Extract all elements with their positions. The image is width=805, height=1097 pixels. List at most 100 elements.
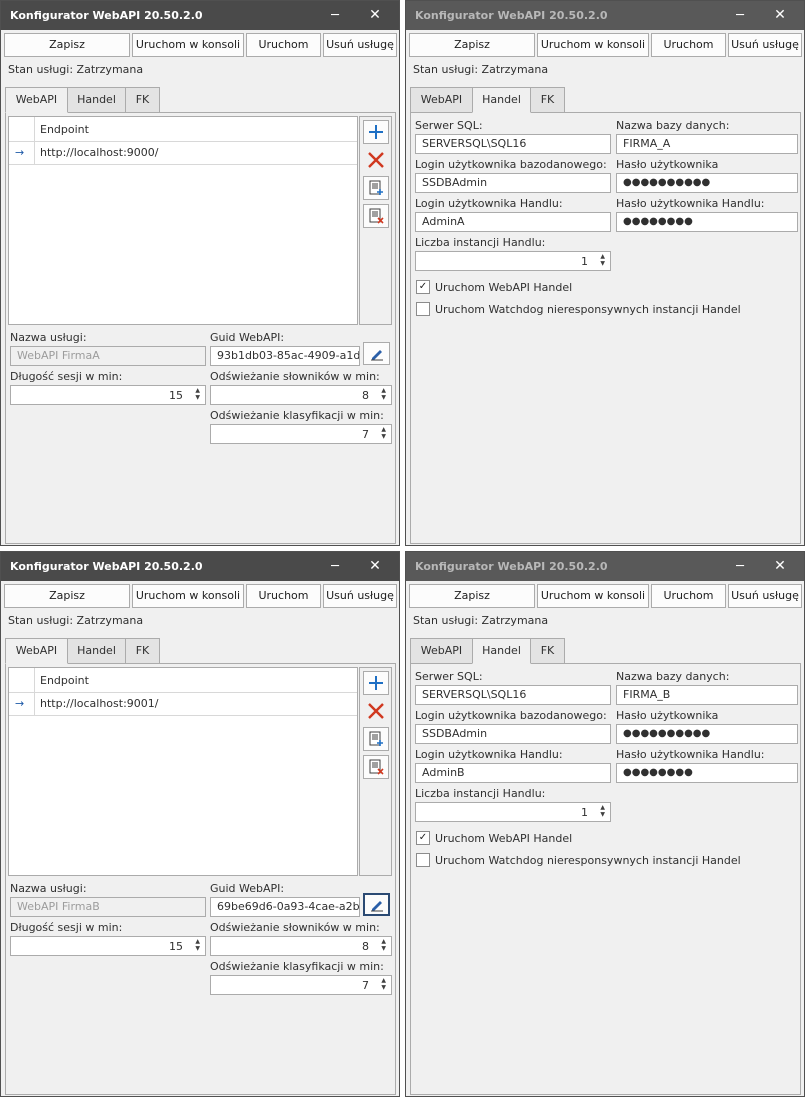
tab-webapi[interactable]: WebAPI xyxy=(410,87,473,113)
handel-password-field[interactable]: ●●●●●●●● xyxy=(616,212,798,232)
red-x-icon xyxy=(368,152,384,168)
add-document-button[interactable] xyxy=(363,727,389,751)
db-password-field[interactable]: ●●●●●●●●●● xyxy=(616,724,798,744)
service-name-field: WebAPI FirmaB xyxy=(10,897,206,917)
edit-guid-button[interactable] xyxy=(363,893,390,916)
minimize-button[interactable]: ─ xyxy=(720,552,760,581)
service-name-label: Nazwa usługi: xyxy=(10,331,87,344)
endpoint-grid[interactable]: Endpoint → http://localhost:9001/ xyxy=(8,667,358,876)
tab-webapi[interactable]: WebAPI xyxy=(5,638,68,664)
class-refresh-spinner[interactable]: 7 ▲ ▼ xyxy=(210,424,392,444)
db-name-field[interactable]: FIRMA_A xyxy=(616,134,798,154)
run-watchdog-checkbox[interactable] xyxy=(416,853,430,867)
handel-password-field[interactable]: ●●●●●●●● xyxy=(616,763,798,783)
add-endpoint-button[interactable] xyxy=(363,671,389,695)
db-login-field[interactable]: SSDBAdmin xyxy=(415,173,611,193)
spinner-arrows-icon[interactable]: ▲ ▼ xyxy=(381,977,386,991)
title-bar[interactable]: Konfigurator WebAPI 20.50.2.0 ─ ✕ xyxy=(406,552,804,581)
sql-server-field[interactable]: SERVERSQL\SQL16 xyxy=(415,134,611,154)
run-webapi-handel-checkbox[interactable]: ✓ xyxy=(416,831,430,845)
remove-service-button[interactable]: Usuń usługę xyxy=(323,584,397,608)
session-length-spinner[interactable]: 15 ▲ ▼ xyxy=(10,385,206,405)
delete-document-button[interactable] xyxy=(363,755,389,779)
run-watchdog-checkbox[interactable] xyxy=(416,302,430,316)
tab-fk[interactable]: FK xyxy=(530,87,565,113)
title-bar[interactable]: Konfigurator WebAPI 20.50.2.0 ─ ✕ xyxy=(1,552,399,581)
endpoint-grid[interactable]: Endpoint → http://localhost:9000/ xyxy=(8,116,358,325)
title-bar[interactable]: Konfigurator WebAPI 20.50.2.0 ─ ✕ xyxy=(406,1,804,30)
spinner-arrows-icon[interactable]: ▲ ▼ xyxy=(195,387,200,401)
run-webapi-handel-checkbox[interactable]: ✓ xyxy=(416,280,430,294)
close-button[interactable]: ✕ xyxy=(760,1,800,30)
minimize-button[interactable]: ─ xyxy=(315,552,355,581)
document-delete-icon xyxy=(369,208,384,224)
tab-handel[interactable]: Handel xyxy=(472,87,531,113)
configurator-window-handel-a: Konfigurator WebAPI 20.50.2.0 ─ ✕ Zapisz… xyxy=(405,0,805,546)
guid-label: Guid WebAPI: xyxy=(210,882,285,895)
handel-login-field[interactable]: AdminA xyxy=(415,212,611,232)
table-row[interactable]: → http://localhost:9000/ xyxy=(9,142,357,165)
guid-field[interactable]: 69be69d6-0a93-4cae-a2b0- xyxy=(210,897,360,917)
run-console-button[interactable]: Uruchom w konsoli xyxy=(132,33,244,57)
tab-fk[interactable]: FK xyxy=(530,638,565,664)
run-console-button[interactable]: Uruchom w konsoli xyxy=(537,33,649,57)
edit-guid-button[interactable] xyxy=(363,342,390,365)
dict-refresh-spinner[interactable]: 8 ▲ ▼ xyxy=(210,936,392,956)
add-document-button[interactable] xyxy=(363,176,389,200)
instances-spinner[interactable]: 1 ▲ ▼ xyxy=(415,802,611,822)
spinner-arrows-icon[interactable]: ▲ ▼ xyxy=(600,253,605,267)
tab-fk[interactable]: FK xyxy=(125,87,160,113)
spinner-arrows-icon[interactable]: ▲ ▼ xyxy=(381,387,386,401)
run-console-button[interactable]: Uruchom w konsoli xyxy=(132,584,244,608)
dict-refresh-spinner[interactable]: 8 ▲ ▼ xyxy=(210,385,392,405)
save-button[interactable]: Zapisz xyxy=(409,584,535,608)
grid-action-bar xyxy=(359,116,392,325)
minimize-button[interactable]: ─ xyxy=(315,1,355,30)
remove-service-button[interactable]: Usuń usługę xyxy=(728,33,802,57)
spinner-arrows-icon[interactable]: ▲ ▼ xyxy=(195,938,200,952)
instances-spinner[interactable]: 1 ▲ ▼ xyxy=(415,251,611,271)
tab-handel[interactable]: Handel xyxy=(472,638,531,664)
guid-field[interactable]: 93b1db03-85ac-4909-a1d8- xyxy=(210,346,360,366)
save-button[interactable]: Zapisz xyxy=(4,584,130,608)
delete-endpoint-button[interactable] xyxy=(363,699,389,723)
sql-server-field[interactable]: SERVERSQL\SQL16 xyxy=(415,685,611,705)
tab-webapi[interactable]: WebAPI xyxy=(5,87,68,113)
spinner-arrows-icon[interactable]: ▲ ▼ xyxy=(381,426,386,440)
close-button[interactable]: ✕ xyxy=(760,552,800,581)
run-button[interactable]: Uruchom xyxy=(246,584,321,608)
red-x-icon xyxy=(368,703,384,719)
class-refresh-spinner[interactable]: 7 ▲ ▼ xyxy=(210,975,392,995)
remove-service-button[interactable]: Usuń usługę xyxy=(323,33,397,57)
table-row[interactable]: → http://localhost:9001/ xyxy=(9,693,357,716)
tab-handel[interactable]: Handel xyxy=(67,87,126,113)
run-button[interactable]: Uruchom xyxy=(246,33,321,57)
add-endpoint-button[interactable] xyxy=(363,120,389,144)
spinner-arrows-icon[interactable]: ▲ ▼ xyxy=(600,804,605,818)
title-bar[interactable]: Konfigurator WebAPI 20.50.2.0 ─ ✕ xyxy=(1,1,399,30)
delete-document-button[interactable] xyxy=(363,204,389,228)
tab-fk[interactable]: FK xyxy=(125,638,160,664)
delete-endpoint-button[interactable] xyxy=(363,148,389,172)
tab-webapi[interactable]: WebAPI xyxy=(410,638,473,664)
db-name-field[interactable]: FIRMA_B xyxy=(616,685,798,705)
session-length-spinner[interactable]: 15 ▲ ▼ xyxy=(10,936,206,956)
minimize-button[interactable]: ─ xyxy=(720,1,760,30)
db-login-field[interactable]: SSDBAdmin xyxy=(415,724,611,744)
configurator-window-webapi-b: Konfigurator WebAPI 20.50.2.0 ─ ✕ Zapisz… xyxy=(0,551,400,1097)
save-button[interactable]: Zapisz xyxy=(409,33,535,57)
close-button[interactable]: ✕ xyxy=(355,552,395,581)
save-button[interactable]: Zapisz xyxy=(4,33,130,57)
session-length-value: 15 xyxy=(169,389,183,402)
remove-service-button[interactable]: Usuń usługę xyxy=(728,584,802,608)
tab-handel[interactable]: Handel xyxy=(67,638,126,664)
spinner-arrows-icon[interactable]: ▲ ▼ xyxy=(381,938,386,952)
close-button[interactable]: ✕ xyxy=(355,1,395,30)
db-password-field[interactable]: ●●●●●●●●●● xyxy=(616,173,798,193)
run-button[interactable]: Uruchom xyxy=(651,33,726,57)
run-console-button[interactable]: Uruchom w konsoli xyxy=(537,584,649,608)
handel-login-field[interactable]: AdminB xyxy=(415,763,611,783)
run-button[interactable]: Uruchom xyxy=(651,584,726,608)
run-watchdog-label: Uruchom Watchdog nieresponsywnych instan… xyxy=(435,854,741,867)
run-webapi-handel-label: Uruchom WebAPI Handel xyxy=(435,832,573,845)
